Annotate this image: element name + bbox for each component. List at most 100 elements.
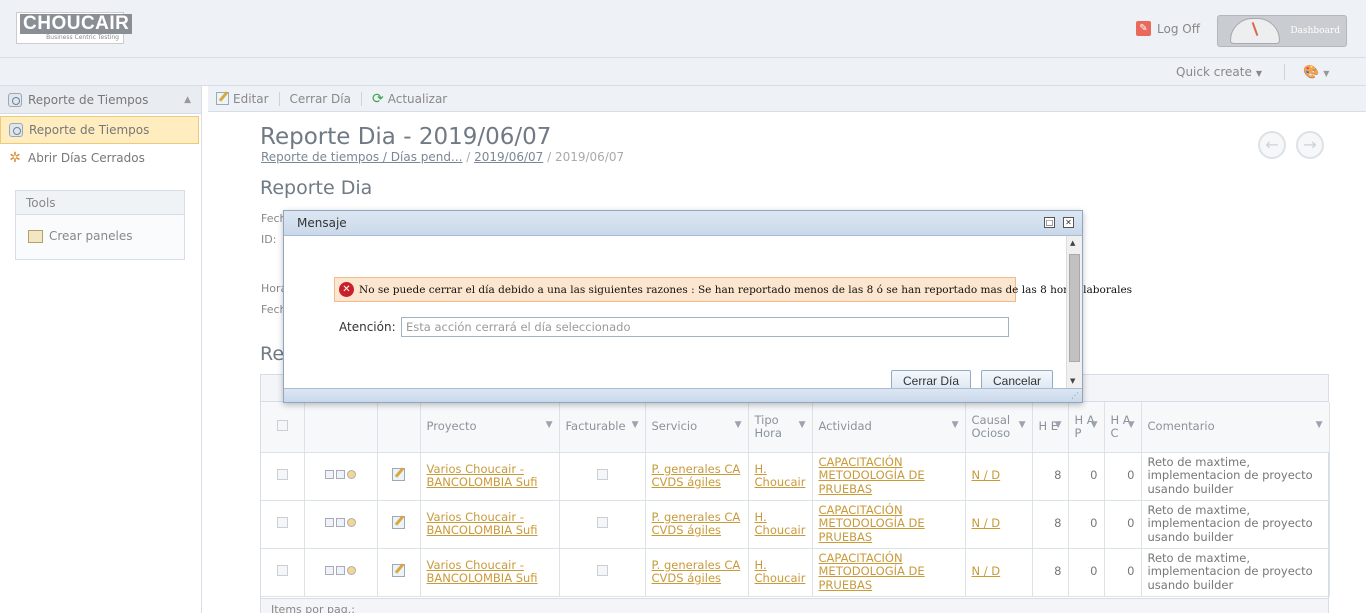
row-action-icons (325, 470, 356, 480)
maximize-icon[interactable]: □ (1044, 217, 1055, 228)
logoff-link[interactable]: ✎ Log Off (1136, 21, 1200, 36)
breadcrumb-link-date[interactable]: 2019/06/07 (474, 150, 543, 164)
cell-he: 8 (1032, 452, 1069, 501)
facturable-checkbox (596, 468, 608, 480)
attention-label: Atención: (339, 320, 396, 334)
row-checkbox[interactable] (261, 500, 305, 549)
filter-icon: ▼ (631, 420, 639, 430)
cell-servicio[interactable]: P. generales CA CVDS ágiles (645, 500, 749, 549)
quick-create-dropdown[interactable]: Quick create ▼ (1176, 65, 1262, 79)
table-row[interactable]: Varios Choucair - BANCOLOMBIA Sufi P. gen… (261, 452, 1330, 501)
sidebar: Reporte de Tiempos ▲ Reporte de Tiempos … (0, 86, 202, 613)
column-header-proyecto[interactable]: Proyecto ▼ (420, 402, 560, 453)
logo-text: CHOUCAIR (20, 14, 133, 34)
scrollbar-thumb[interactable] (1069, 254, 1080, 362)
filter-icon: ▼ (1315, 420, 1323, 430)
choucair-logo[interactable]: CHOUCAIR Business Centric Testing (16, 12, 133, 44)
column-header-causal-ocioso[interactable]: Causal Ocioso ▼ (965, 402, 1033, 453)
cell-proyecto[interactable]: Varios Choucair - BANCOLOMBIA Sufi (420, 452, 560, 501)
breadcrumb-separator: / (543, 150, 555, 164)
table-row[interactable]: Varios Choucair - BANCOLOMBIA Sufi P. gen… (261, 500, 1330, 549)
column-header-tipo-hora[interactable]: Tipo Hora ▼ (748, 402, 813, 453)
refresh-button[interactable]: ⟳ Actualizar (372, 91, 447, 107)
column-header-facturable[interactable]: Facturable ▼ (559, 402, 646, 453)
filter-icon: ▼ (1054, 420, 1062, 430)
edit-button[interactable]: Editar (216, 92, 269, 106)
cell-proyecto[interactable]: Varios Choucair - BANCOLOMBIA Sufi (420, 500, 560, 549)
error-icon: ✕ (339, 282, 354, 297)
cell-causal[interactable]: N / D (965, 548, 1033, 597)
cell-comentario: Reto de maxtime, implementacion de proye… (1141, 500, 1330, 549)
tools-panel: Tools Crear paneles (15, 190, 185, 260)
sidebar-item-abrir-dias[interactable]: ✲ Abrir Días Cerrados (0, 144, 201, 172)
cell-causal[interactable]: N / D (965, 500, 1033, 549)
cell-servicio[interactable]: P. generales CA CVDS ágiles (645, 548, 749, 597)
row-checkbox[interactable] (261, 548, 305, 597)
cell-hac: 0 (1104, 452, 1142, 501)
breadcrumb-link-list[interactable]: Reporte de tiempos / Días pend... (261, 150, 462, 164)
previous-record-icon[interactable]: ← (1258, 131, 1286, 159)
section-title-reportes: Re (260, 343, 285, 365)
cell-actividad[interactable]: CAPACITACIÓN METODOLOGÍA DE PRUEBAS (812, 548, 966, 597)
row-actions[interactable] (304, 452, 378, 501)
cell-facturable (559, 500, 646, 549)
quick-create-bar: Quick create ▼ 🎨 ▼ (0, 58, 1366, 86)
quick-create-label: Quick create (1176, 65, 1252, 79)
message-dialog: Mensaje □ ✕ ✕ No se puede cerrar el día … (283, 210, 1132, 403)
cell-actividad[interactable]: CAPACITACIÓN METODOLOGÍA DE PRUEBAS (812, 452, 966, 501)
dialog-scrollbar[interactable]: ▲ ▼ (1066, 236, 1082, 388)
next-record-icon[interactable]: → (1296, 131, 1324, 159)
chevron-up-icon[interactable]: ▲ (184, 95, 191, 105)
breadcrumb-current: 2019/06/07 (554, 150, 625, 164)
cell-tipo-hora[interactable]: H. Choucair (748, 548, 813, 597)
cell-actividad[interactable]: CAPACITACIÓN METODOLOGÍA DE PRUEBAS (812, 500, 966, 549)
cell-proyecto[interactable]: Varios Choucair - BANCOLOMBIA Sufi (420, 548, 560, 597)
column-header-actividad[interactable]: Actividad ▼ (812, 402, 966, 453)
row-actions[interactable] (304, 500, 378, 549)
row-actions[interactable] (304, 548, 378, 597)
column-header-hac[interactable]: H A C ▼ (1104, 402, 1142, 453)
column-header-comentario[interactable]: Comentario ▼ (1141, 402, 1330, 453)
facturable-checkbox (596, 516, 608, 528)
sidebar-item-reporte-tiempos[interactable]: Reporte de Tiempos (0, 116, 199, 144)
column-header-servicio[interactable]: Servicio ▼ (645, 402, 749, 453)
row-edit[interactable] (377, 452, 421, 501)
filter-icon: ▼ (734, 420, 742, 430)
crear-paneles-label: Crear paneles (49, 229, 133, 243)
close-day-button[interactable]: Cerrar Día (290, 92, 351, 106)
close-icon[interactable]: ✕ (1063, 217, 1074, 228)
filter-icon: ▼ (951, 420, 959, 430)
cell-servicio[interactable]: P. generales CA CVDS ágiles (645, 452, 749, 501)
dialog-title: Mensaje (297, 216, 347, 230)
row-edit[interactable] (377, 500, 421, 549)
row-action-icons (325, 518, 356, 528)
theme-palette-icon[interactable]: 🎨 ▼ (1303, 65, 1329, 80)
sidebar-header-label: Reporte de Tiempos (28, 92, 149, 107)
scroll-down-icon[interactable]: ▼ (1070, 377, 1075, 385)
row-checkbox[interactable] (261, 452, 305, 501)
column-header-he[interactable]: H E ▼ (1032, 402, 1069, 453)
edit-label: Editar (233, 91, 269, 106)
resize-grip-icon[interactable]: ⋰ (1071, 391, 1079, 400)
table-row[interactable]: Varios Choucair - BANCOLOMBIA Sufi P. gen… (261, 548, 1330, 597)
cell-tipo-hora[interactable]: H. Choucair (748, 500, 813, 549)
logoff-label: Log Off (1157, 21, 1200, 36)
edit-icon (392, 515, 405, 529)
crear-paneles-link[interactable]: Crear paneles (16, 229, 184, 243)
page-title: Reporte Dia - 2019/06/07 (260, 124, 552, 150)
cell-causal[interactable]: N / D (965, 452, 1033, 501)
sidebar-section-header[interactable]: Reporte de Tiempos ▲ (0, 86, 201, 114)
dashboard-button[interactable]: Dashboard (1217, 15, 1347, 47)
scroll-up-icon[interactable]: ▲ (1070, 239, 1075, 247)
edit-header (377, 402, 421, 453)
cell-tipo-hora[interactable]: H. Choucair (748, 452, 813, 501)
pager-label: Items por pag.: (271, 603, 355, 613)
select-all-checkbox[interactable] (261, 402, 305, 453)
row-edit[interactable] (377, 548, 421, 597)
filter-icon: ▼ (798, 420, 806, 430)
sidebar-item-label: Reporte de Tiempos (29, 123, 150, 137)
attention-input[interactable] (401, 317, 1009, 337)
column-header-hap[interactable]: H A P ▼ (1068, 402, 1105, 453)
cell-he: 8 (1032, 548, 1069, 597)
breadcrumb: Reporte de tiempos / Días pend... / 2019… (261, 150, 624, 164)
